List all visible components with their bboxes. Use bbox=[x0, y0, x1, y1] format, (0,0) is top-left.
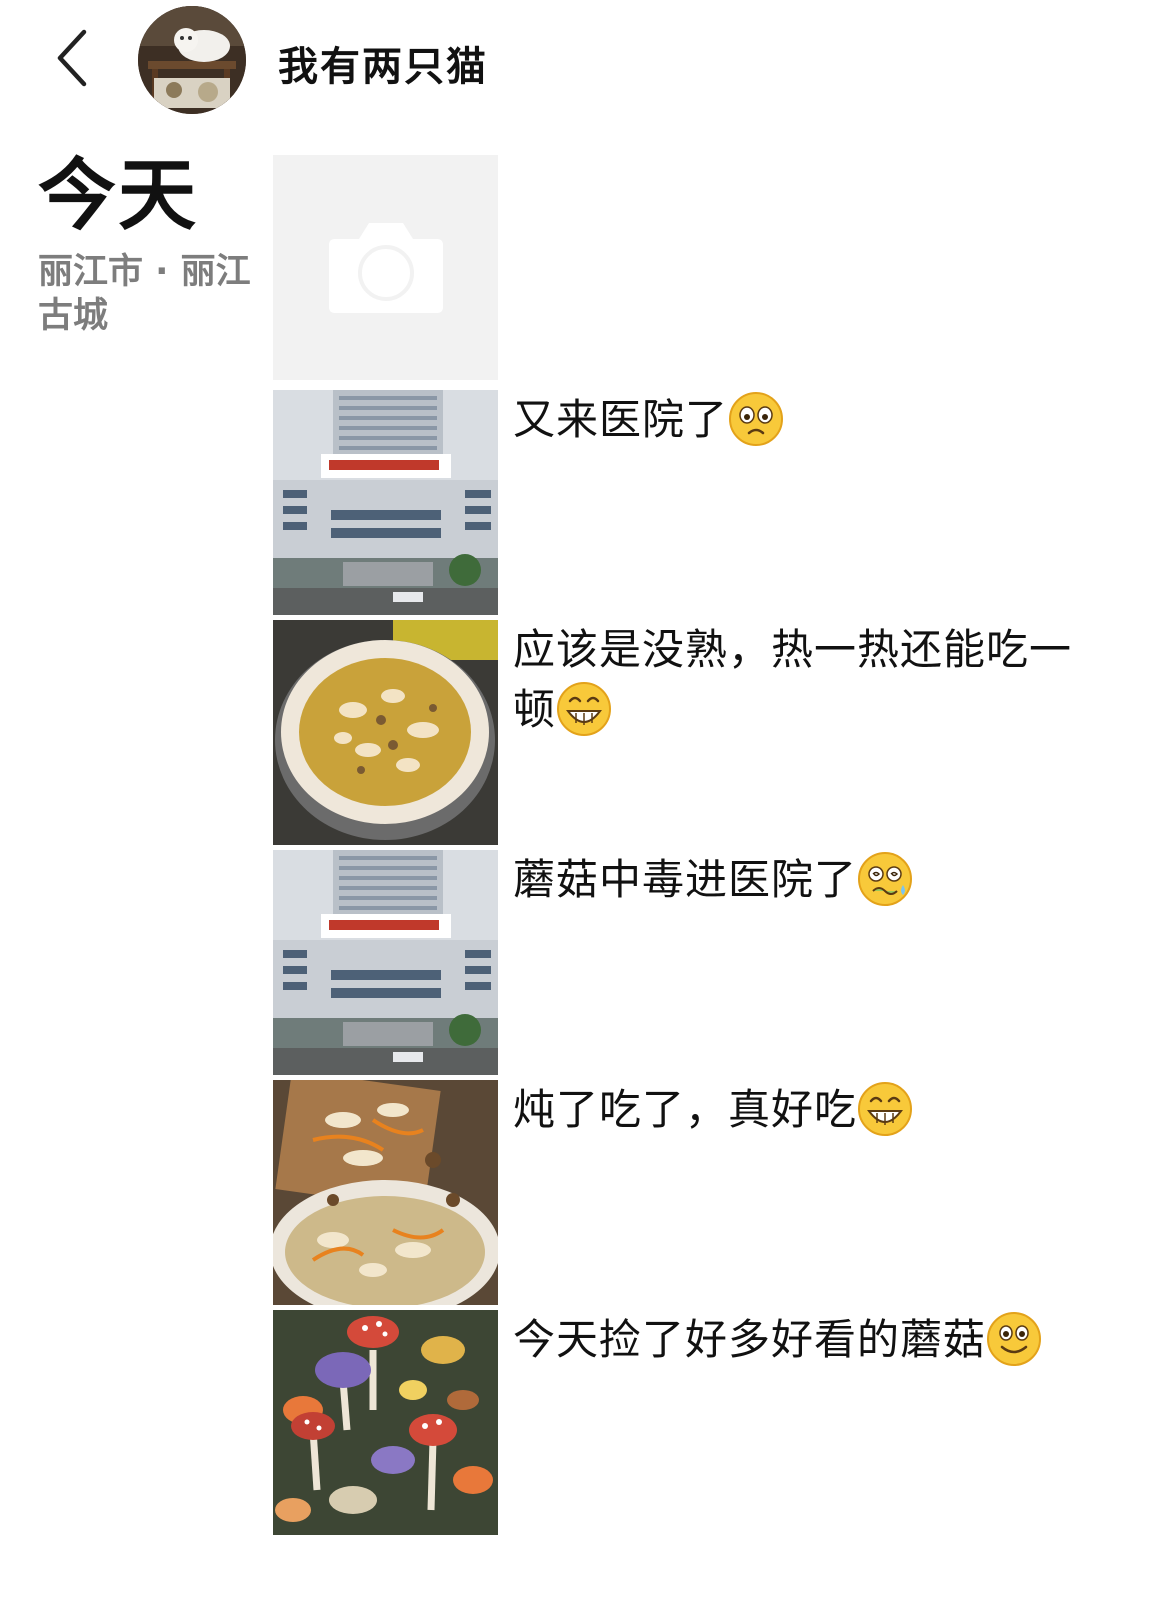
avatar[interactable] bbox=[138, 6, 246, 114]
date-column: 今天 丽江市 · 丽江古城 bbox=[38, 150, 253, 338]
post-thumbnail[interactable] bbox=[273, 155, 498, 380]
post-thumbnail[interactable] bbox=[273, 390, 498, 615]
post-item[interactable]: 炖了吃了，真好吃 bbox=[273, 1080, 1133, 1305]
smiling-face-emoji-icon bbox=[987, 1311, 1042, 1366]
chevron-left-icon bbox=[57, 29, 87, 87]
mushroom-stew-photo bbox=[273, 1080, 498, 1305]
date-label: 今天 bbox=[38, 151, 199, 241]
post-caption: 今天捡了好多好看的蘑菇 bbox=[513, 1310, 1113, 1370]
post-caption: 又来医院了 bbox=[513, 390, 1113, 450]
post-item[interactable]: 又来医院了 bbox=[273, 390, 1133, 615]
post-caption: 应该是没熟，热一热还能吃一顿 bbox=[513, 620, 1113, 740]
dizzy-sweat-face-emoji-icon bbox=[858, 851, 913, 906]
post-caption: 蘑菇中毒进医院了 bbox=[513, 850, 1113, 910]
post-item[interactable]: 蘑菇中毒进医院了 bbox=[273, 850, 1133, 1075]
post-caption: 炖了吃了，真好吃 bbox=[513, 1080, 1113, 1140]
worried-face-emoji-icon bbox=[729, 391, 784, 446]
back-button[interactable] bbox=[50, 26, 100, 90]
post-item[interactable] bbox=[273, 155, 1133, 380]
mushroom-soup-photo bbox=[273, 620, 498, 845]
grinning-face-emoji-icon bbox=[557, 681, 612, 736]
post-caption-text: 炖了吃了，真好吃 bbox=[513, 1085, 858, 1134]
post-item[interactable]: 今天捡了好多好看的蘑菇 bbox=[273, 1310, 1133, 1535]
post-thumbnail[interactable] bbox=[273, 620, 498, 845]
post-caption-text: 今天捡了好多好看的蘑菇 bbox=[513, 1315, 987, 1364]
post-thumbnail[interactable] bbox=[273, 1080, 498, 1305]
post-thumbnail[interactable] bbox=[273, 850, 498, 1075]
post-thumbnail[interactable] bbox=[273, 1310, 498, 1535]
avatar-cat-image bbox=[138, 6, 246, 114]
post-item[interactable]: 应该是没熟，热一热还能吃一顿 bbox=[273, 620, 1133, 845]
username[interactable]: 我有两只猫 bbox=[278, 34, 488, 92]
post-caption-text: 又来医院了 bbox=[513, 395, 729, 444]
grinning-face-emoji-icon bbox=[858, 1081, 913, 1136]
wild-mushrooms-photo bbox=[273, 1310, 498, 1535]
location-label: 丽江市 · 丽江古城 bbox=[38, 252, 251, 336]
profile-header: 我有两只猫 bbox=[0, 0, 1170, 118]
camera-placeholder-icon bbox=[273, 155, 498, 380]
hospital-photo bbox=[273, 390, 498, 615]
hospital-photo bbox=[273, 850, 498, 1075]
post-caption-text: 蘑菇中毒进医院了 bbox=[513, 855, 858, 904]
